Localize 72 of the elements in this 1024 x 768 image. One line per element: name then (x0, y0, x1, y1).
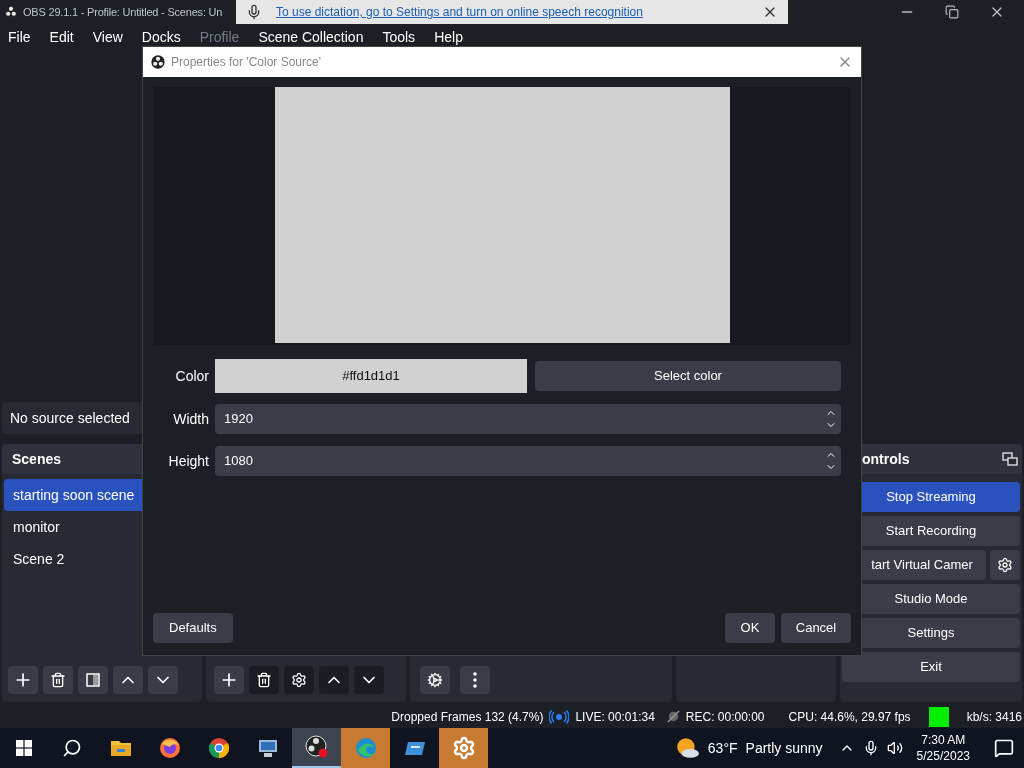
remove-button[interactable] (43, 666, 73, 694)
remove-button[interactable] (249, 666, 279, 694)
number-field[interactable]: 1080 (215, 446, 841, 476)
recording-off-icon (666, 710, 680, 723)
health-indicator (928, 706, 949, 727)
obs-icon (304, 735, 329, 759)
number-field[interactable]: 1920 (215, 404, 841, 434)
panel-title: ontrols (862, 449, 910, 469)
rec-time: REC: 00:00:00 (685, 708, 765, 726)
move-up-button[interactable] (319, 666, 349, 694)
menu-item[interactable]: Tools (382, 28, 416, 46)
properties-button[interactable] (284, 666, 314, 694)
add-button[interactable] (214, 666, 244, 694)
windows-icon (16, 740, 32, 756)
search-icon (62, 738, 82, 758)
weather-text: Partly sunny (745, 738, 823, 758)
menu-icon (473, 672, 477, 688)
settings-icon (291, 672, 307, 688)
browser-icon (353, 736, 378, 760)
menu-item[interactable]: Edit (49, 28, 74, 46)
microphone-icon (246, 4, 262, 20)
menu-item[interactable]: Scene Collection (258, 28, 364, 46)
panel-title: Scenes (12, 449, 62, 469)
dropped-frames: Dropped Frames 132 (4.7%) (391, 707, 544, 726)
trash-icon (256, 672, 272, 688)
settings-icon (997, 557, 1013, 573)
move-down-button[interactable] (148, 666, 178, 694)
move-up-button[interactable] (113, 666, 143, 694)
select-color-button[interactable]: Select color (535, 361, 841, 391)
advanced-audio-button[interactable] (420, 666, 450, 694)
filter-icon (86, 673, 100, 687)
filter-button[interactable] (78, 666, 108, 694)
defaults-button[interactable]: Defaults (153, 613, 233, 643)
dialog-title: Properties for 'Color Source' (171, 54, 321, 71)
restore-icon[interactable] (945, 5, 959, 19)
window-title: OBS 29.1.1 - Profile: Untitled - Scenes: Un (23, 4, 223, 20)
menu-item[interactable]: Help (434, 28, 463, 46)
app-logo (4, 5, 18, 19)
app-logo (151, 55, 165, 69)
undock-icon[interactable] (1002, 452, 1018, 466)
temperature: 63°F (707, 738, 738, 758)
clock-date: 5/25/2023 (916, 748, 970, 764)
field-value: 1920 (224, 410, 253, 429)
dictation-link[interactable]: To use dictation, go to Settings and turn on online speech recognition (276, 3, 643, 21)
menu-item[interactable]: File (8, 28, 31, 46)
taskbar-app[interactable] (292, 728, 341, 768)
live-icon (549, 709, 570, 724)
cpu-usage: CPU: 44.6%, 29.97 fps (788, 708, 911, 726)
mixer-menu-button[interactable] (460, 666, 490, 694)
speaker-icon[interactable] (886, 740, 903, 756)
notifications-icon[interactable] (994, 738, 1014, 758)
move-down-button[interactable] (354, 666, 384, 694)
cancel-button[interactable]: Cancel (781, 613, 851, 643)
source-label: No source selected (10, 408, 130, 428)
browser-icon (206, 736, 231, 760)
live-time: LIVE: 00:01:34 (575, 708, 655, 726)
field-label: Height (167, 451, 209, 471)
camera-settings-button[interactable] (990, 550, 1020, 580)
browser-icon (157, 736, 182, 760)
menu-item[interactable]: Docks (141, 28, 181, 46)
field-label: Color (174, 366, 209, 386)
field-value: 1080 (224, 452, 253, 471)
field-label: Width (172, 409, 209, 429)
control-button[interactable]: Exit (842, 652, 1020, 682)
color-value: #ffd1d1d1 (215, 359, 527, 393)
trash-icon (50, 672, 66, 688)
bitrate: kb/s: 3416 (966, 708, 1022, 726)
add-button[interactable] (8, 666, 38, 694)
settings-icon (451, 736, 476, 760)
ok-button[interactable]: OK (725, 613, 775, 643)
menu-item[interactable]: View (92, 28, 123, 46)
clock-time: 7:30 AM (921, 732, 966, 748)
